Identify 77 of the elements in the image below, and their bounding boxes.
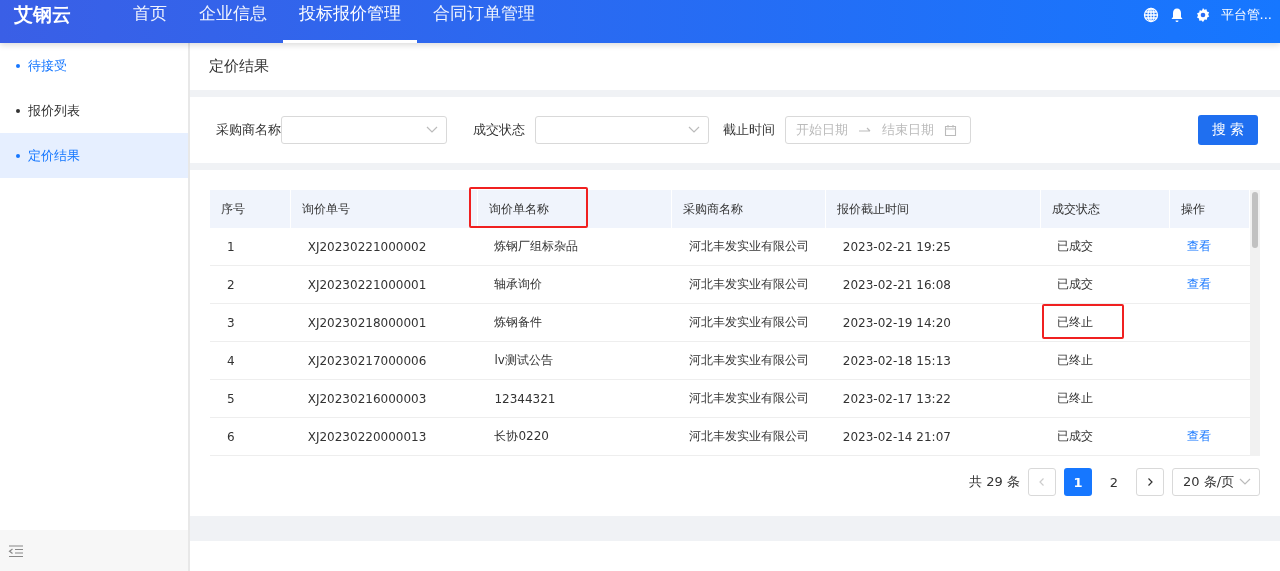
table-cell: XJ20230220000013 xyxy=(290,417,478,456)
table-cell: 2 xyxy=(210,265,291,304)
column-header: 询价单号 xyxy=(290,190,478,228)
filter-label: 成交状态 xyxy=(473,121,525,139)
column-header: 成交状态 xyxy=(1040,190,1170,228)
table-cell: 炼钢厂组标杂品 xyxy=(477,228,672,266)
table-cell: 3 xyxy=(210,303,291,342)
sidebar-item[interactable]: 定价结果 xyxy=(0,133,188,178)
column-header: 序号 xyxy=(210,190,291,228)
filter-label: 采购商名称 xyxy=(216,121,281,139)
chevron-down-icon xyxy=(688,126,700,134)
table-cell: 已成交 xyxy=(1040,228,1170,266)
filter-label: 截止时间 xyxy=(723,121,775,139)
chevron-down-icon xyxy=(1239,478,1251,486)
view-link[interactable]: 查看 xyxy=(1169,265,1250,304)
page-button[interactable]: 1 xyxy=(1064,468,1092,496)
column-header: 操作 xyxy=(1169,190,1250,228)
table-cell: XJ20230218000001 xyxy=(290,303,478,342)
chevron-right-icon xyxy=(1145,477,1155,487)
table-cell: 已终止 xyxy=(1040,341,1170,380)
table-cell: 长协0220 xyxy=(477,417,672,456)
previous-page-button[interactable] xyxy=(1028,468,1056,496)
table-cell: 河北丰发实业有限公司 xyxy=(671,228,826,266)
table-cell: 4 xyxy=(210,341,291,380)
table-cell: 已终止 xyxy=(1040,303,1170,342)
globe-icon[interactable] xyxy=(1142,6,1159,23)
table-cell: 河北丰发实业有限公司 xyxy=(671,341,826,380)
table-cell: 2023-02-21 19:25 xyxy=(825,228,1041,266)
status-select[interactable] xyxy=(535,116,709,144)
chevron-left-icon xyxy=(1037,477,1047,487)
logo: 艾钢云 xyxy=(13,1,72,27)
table-cell: XJ20230221000001 xyxy=(290,265,478,304)
table-cell: 已终止 xyxy=(1040,379,1170,418)
table-cell: 河北丰发实业有限公司 xyxy=(671,265,826,304)
page-button[interactable]: 2 xyxy=(1100,468,1128,496)
table-cell: 1 xyxy=(210,228,291,266)
page-size-select[interactable]: 20 条/页 xyxy=(1172,468,1260,496)
table-cell: 河北丰发实业有限公司 xyxy=(671,417,826,456)
table-cell: 5 xyxy=(210,379,291,418)
collapse-menu-icon[interactable] xyxy=(8,543,24,558)
table-cell: 河北丰发实业有限公司 xyxy=(671,379,826,418)
table-cell: XJ20230217000006 xyxy=(290,341,478,380)
table-cell: lv测试公告 xyxy=(477,341,672,380)
table-cell: 2023-02-17 13:22 xyxy=(825,379,1041,418)
table-cell: 已成交 xyxy=(1040,417,1170,456)
table-cell: 2023-02-14 21:07 xyxy=(825,417,1041,456)
nav-tab[interactable]: 首页 xyxy=(117,0,183,43)
column-header: 报价截止时间 xyxy=(825,190,1041,228)
search-button[interactable]: 搜 索 xyxy=(1198,115,1258,145)
table-cell: 炼钢备件 xyxy=(477,303,672,342)
nav-tab[interactable]: 企业信息 xyxy=(183,0,283,43)
view-link[interactable]: 查看 xyxy=(1169,417,1250,456)
table-cell: 2023-02-18 15:13 xyxy=(825,341,1041,380)
next-page-button[interactable] xyxy=(1136,468,1164,496)
table-cell: 6 xyxy=(210,417,291,456)
sidebar-item[interactable]: 报价列表 xyxy=(0,88,188,133)
table-cell: 河北丰发实业有限公司 xyxy=(671,303,826,342)
page-title: 定价结果 xyxy=(209,57,269,76)
view-link[interactable]: 查看 xyxy=(1169,228,1250,266)
table-cell: 轴承询价 xyxy=(477,265,672,304)
table-cell: XJ20230216000003 xyxy=(290,379,478,418)
column-header: 采购商名称 xyxy=(671,190,826,228)
chevron-down-icon xyxy=(426,126,438,134)
user-name[interactable]: 平台管... xyxy=(1220,5,1272,24)
scrollbar[interactable] xyxy=(1250,190,1260,456)
settings-icon[interactable] xyxy=(1194,6,1211,23)
sidebar-item[interactable]: 待接受 xyxy=(0,43,188,88)
table-cell: 12344321 xyxy=(477,379,672,418)
total-count: 共 29 条 xyxy=(969,473,1020,491)
table-cell: 2023-02-21 16:08 xyxy=(825,265,1041,304)
nav-tab[interactable]: 合同订单管理 xyxy=(417,0,551,43)
buyer-select[interactable] xyxy=(281,116,447,144)
table-cell: 已成交 xyxy=(1040,265,1170,304)
table-cell: XJ20230221000002 xyxy=(290,228,478,266)
table-cell: 2023-02-19 14:20 xyxy=(825,303,1041,342)
arrow-right-icon xyxy=(858,126,872,134)
calendar-icon xyxy=(944,123,957,137)
